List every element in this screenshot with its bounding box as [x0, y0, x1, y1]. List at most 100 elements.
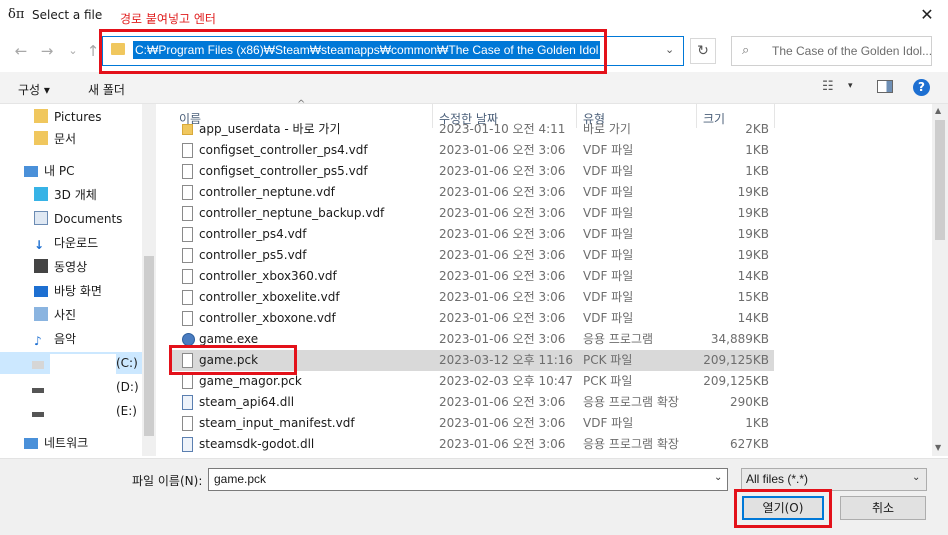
- file-row[interactable]: configset_controller_ps4.vdf 2023-01-06 오…: [170, 140, 774, 161]
- file-size: 209,125KB: [703, 353, 769, 367]
- window-title: Select a file: [32, 8, 103, 22]
- file-date: 2023-01-06 오전 3:06: [439, 248, 566, 262]
- file-date: 2023-01-06 오전 3:06: [439, 185, 566, 199]
- file-name: app_userdata - 바로 가기: [199, 122, 341, 136]
- sidebar-item-this-pc[interactable]: 내 PC: [24, 160, 74, 182]
- file-date: 2023-01-06 오전 3:06: [439, 416, 566, 430]
- file-date: 2023-01-06 오전 3:06: [439, 206, 566, 220]
- sidebar-item-photos[interactable]: 사진: [34, 304, 76, 326]
- chevron-down-icon[interactable]: ▾: [848, 81, 853, 91]
- view-options-icon[interactable]: ☷: [822, 79, 834, 94]
- file-type: 응용 프로그램: [583, 332, 654, 346]
- chevron-down-icon[interactable]: ⌄: [714, 472, 722, 483]
- file-icon: [182, 290, 193, 305]
- folder-icon: [34, 109, 48, 123]
- file-size: 19KB: [737, 206, 769, 220]
- file-row[interactable]: controller_xbox360.vdf 2023-01-06 오전 3:06…: [170, 266, 774, 287]
- chevron-down-icon[interactable]: ⌄: [665, 43, 674, 56]
- file-size: 1KB: [745, 164, 769, 178]
- file-size: 19KB: [737, 248, 769, 262]
- file-row[interactable]: controller_neptune_backup.vdf 2023-01-06 …: [170, 203, 774, 224]
- file-date: 2023-01-06 오전 3:06: [439, 269, 566, 283]
- sidebar-item-downloads[interactable]: ↓ 다운로드: [34, 232, 98, 254]
- file-name: steam_input_manifest.vdf: [199, 416, 355, 430]
- recent-locations-button[interactable]: ⌄: [62, 40, 84, 62]
- file-name: steam_api64.dll: [199, 395, 295, 409]
- organize-button[interactable]: 구성 ▾: [18, 81, 50, 98]
- file-type: VDF 파일: [583, 311, 634, 325]
- file-type: PCK 파일: [583, 353, 633, 367]
- file-row[interactable]: steamsdk-godot.dll 2023-01-06 오전 3:06 응용 프…: [170, 434, 774, 455]
- app-icon: δπ: [8, 7, 25, 22]
- pictures-icon: [34, 307, 48, 321]
- search-icon: ⌕: [742, 43, 750, 58]
- file-date: 2023-01-06 오전 3:06: [439, 437, 566, 451]
- file-row[interactable]: configset_controller_ps5.vdf 2023-01-06 오…: [170, 161, 774, 182]
- filename-input[interactable]: game.pck ⌄: [208, 468, 728, 491]
- sidebar-item-documents[interactable]: Documents: [34, 208, 122, 230]
- scroll-down-icon[interactable]: ▼: [935, 443, 941, 452]
- sidebar-item-3d[interactable]: 3D 개체: [34, 184, 97, 206]
- file-size: 19KB: [737, 185, 769, 199]
- folder-icon: [34, 131, 48, 145]
- sidebar-item-desktop[interactable]: 바탕 화면: [34, 280, 102, 302]
- file-row[interactable]: steam_input_manifest.vdf 2023-01-06 오전 3:…: [170, 413, 774, 434]
- refresh-button[interactable]: ↻: [690, 38, 716, 64]
- file-icon: [182, 269, 193, 284]
- sidebar-item-drive-d[interactable]: (D:): [32, 376, 139, 398]
- list-scroll-thumb[interactable]: [935, 120, 945, 240]
- music-icon: ♪: [34, 334, 42, 348]
- file-type-value: All files (*.*): [746, 472, 809, 486]
- sidebar-scroll-thumb[interactable]: [144, 256, 154, 436]
- file-type: VDF 파일: [583, 290, 634, 304]
- file-type-select[interactable]: All files (*.*) ⌄: [741, 468, 927, 491]
- file-row[interactable]: controller_xboxelite.vdf 2023-01-06 오전 3:…: [170, 287, 774, 308]
- file-row[interactable]: controller_neptune.vdf 2023-01-06 오전 3:06…: [170, 182, 774, 203]
- sidebar-item-drive-c[interactable]: (C:): [0, 352, 142, 374]
- chevron-down-icon[interactable]: ⌄: [912, 472, 920, 483]
- search-input[interactable]: ⌕ The Case of the Golden Idol...: [731, 36, 932, 66]
- new-folder-button[interactable]: 새 폴더: [88, 81, 125, 98]
- file-date: 2023-01-06 오전 3:06: [439, 290, 566, 304]
- file-name: controller_xboxelite.vdf: [199, 290, 340, 304]
- file-row[interactable]: controller_ps5.vdf 2023-01-06 오전 3:06 VDF …: [170, 245, 774, 266]
- file-date: 2023-01-06 오전 3:06: [439, 164, 566, 178]
- sidebar-item-music[interactable]: ♪ 음악: [34, 328, 76, 350]
- file-type: VDF 파일: [583, 227, 634, 241]
- drive-icon: [32, 412, 44, 417]
- column-divider[interactable]: [774, 104, 775, 128]
- file-name: controller_neptune.vdf: [199, 185, 335, 199]
- file-name: configset_controller_ps5.vdf: [199, 164, 368, 178]
- annotation-box-address: [99, 29, 607, 74]
- forward-button[interactable]: →: [36, 40, 58, 62]
- sidebar-item-docs-kr[interactable]: 문서: [34, 128, 76, 150]
- file-date: 2023-01-10 오전 4:11: [439, 122, 566, 136]
- file-row[interactable]: app_userdata - 바로 가기 2023-01-10 오전 4:11 바로…: [170, 119, 774, 140]
- help-icon[interactable]: ?: [913, 79, 930, 96]
- close-button[interactable]: ✕: [912, 2, 942, 28]
- file-icon: [182, 416, 193, 431]
- file-row[interactable]: controller_ps4.vdf 2023-01-06 오전 3:06 VDF …: [170, 224, 774, 245]
- file-row[interactable]: steam_api64.dll 2023-01-06 오전 3:06 응용 프로그램…: [170, 392, 774, 413]
- file-row[interactable]: controller_xboxone.vdf 2023-01-06 오전 3:06…: [170, 308, 774, 329]
- file-name: controller_neptune_backup.vdf: [199, 206, 385, 220]
- preview-pane-icon[interactable]: [877, 80, 893, 93]
- sidebar-item-pictures[interactable]: Pictures: [34, 106, 102, 128]
- file-name: controller_xboxone.vdf: [199, 311, 336, 325]
- sort-ascending-icon: ^: [297, 99, 306, 110]
- back-button[interactable]: ←: [10, 40, 32, 62]
- cancel-button[interactable]: 취소: [840, 496, 926, 520]
- filename-value[interactable]: game.pck: [214, 472, 266, 486]
- scroll-up-icon[interactable]: ▲: [935, 106, 941, 115]
- file-type: 응용 프로그램 확장: [583, 437, 679, 451]
- sidebar-item-videos[interactable]: 동영상: [34, 256, 87, 278]
- file-date: 2023-01-06 오전 3:06: [439, 395, 566, 409]
- sidebar-item-drive-e[interactable]: (E:): [32, 400, 137, 422]
- file-name: controller_ps4.vdf: [199, 227, 307, 241]
- sidebar-item-network[interactable]: 네트워크: [24, 432, 88, 454]
- file-type: 응용 프로그램 확장: [583, 395, 679, 409]
- file-type: VDF 파일: [583, 248, 634, 262]
- file-icon: [182, 143, 193, 158]
- file-type: VDF 파일: [583, 164, 634, 178]
- navigation-pane: Pictures 문서 내 PC 3D 개체 Documents ↓ 다운로드 동…: [0, 104, 158, 456]
